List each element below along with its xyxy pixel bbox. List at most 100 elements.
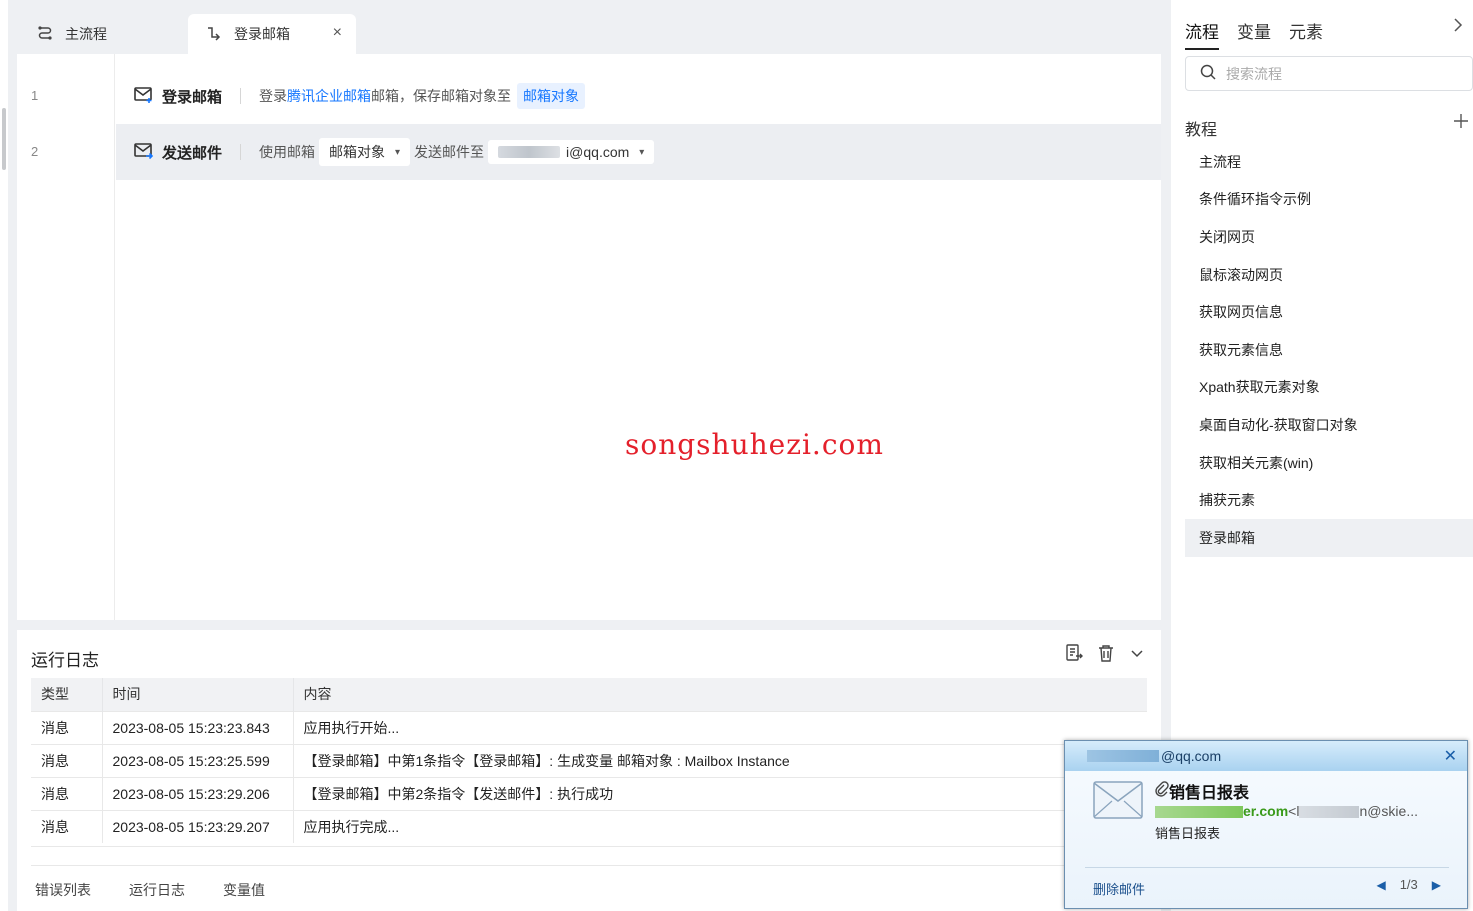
tab-elements[interactable]: 元素 (1289, 18, 1323, 50)
notification-account: @qq.com (1161, 748, 1222, 764)
log-time: 2023-08-05 15:23:29.206 (102, 776, 294, 810)
splitter-handle[interactable] (2, 108, 6, 170)
column-header: 内容 (293, 678, 1147, 711)
flow-item-selected[interactable]: 登录邮箱 (1185, 518, 1473, 557)
redacted-text (1087, 750, 1159, 762)
search-input[interactable] (1226, 65, 1426, 82)
collapse-chevron-icon[interactable] (1129, 645, 1145, 664)
envelope-icon (1093, 781, 1143, 822)
column-header: 类型 (31, 678, 103, 711)
table-row[interactable]: 消息 2023-08-05 15:23:25.599 【登录邮箱】中第1条指令【… (31, 743, 1147, 777)
notification-header: @qq.com ✕ (1065, 741, 1467, 771)
send-to-label: 发送邮件至 (414, 144, 485, 160)
notification-body: 销售日报表 (1155, 826, 1221, 841)
flow-item[interactable]: Xpath获取元素对象 (1185, 369, 1473, 407)
redacted-text (498, 146, 561, 158)
line-number: 2 (31, 144, 39, 159)
output-variable-chip[interactable]: 邮箱对象 (517, 83, 586, 109)
command-name: 登录邮箱 (162, 88, 223, 106)
notification-subject[interactable]: 销售日报表 (1155, 779, 1249, 803)
recipient-select[interactable]: i@qq.com ▾ (488, 140, 655, 164)
mailbox-select[interactable]: 邮箱对象 ▾ (319, 138, 411, 166)
divider (240, 144, 242, 160)
log-type: 消息 (31, 710, 103, 744)
log-type: 消息 (31, 776, 103, 810)
flow-editor: 1 2 登录邮箱 登录腾讯企业邮箱邮箱，保存邮箱对象至 邮箱对象 发送邮件 使用… (17, 54, 1161, 620)
next-triangle-icon[interactable]: ▶ (1432, 878, 1441, 892)
flow-list: 主流程 条件循环指令示例 关闭网页 鼠标滚动网页 获取网页信息 获取元素信息 X… (1185, 143, 1473, 557)
table-row[interactable]: 消息 2023-08-05 15:23:23.843 应用执行开始... (31, 710, 1147, 744)
flow-item[interactable]: 关闭网页 (1185, 218, 1473, 256)
log-time: 2023-08-05 15:23:29.207 (102, 809, 294, 843)
flow-item[interactable]: 获取元素信息 (1185, 331, 1473, 369)
flow-item[interactable]: 捕获元素 (1185, 481, 1473, 519)
pager-count: 1/3 (1399, 877, 1418, 892)
right-panel-tabs: 流程 变量 元素 (1185, 18, 1323, 50)
mail-provider-link[interactable]: 腾讯企业邮箱 (287, 88, 371, 104)
mail-login-icon (134, 86, 154, 107)
flow-item[interactable]: 获取网页信息 (1185, 293, 1473, 331)
redacted-text (1155, 806, 1243, 819)
tab-error-list[interactable]: 错误列表 (35, 880, 91, 900)
subflow-icon (206, 25, 234, 44)
table-row[interactable]: 消息 2023-08-05 15:23:29.207 应用执行完成... (31, 809, 1147, 843)
recipient-value: i@qq.com (566, 144, 630, 160)
line-gutter: 1 2 (17, 54, 115, 620)
search-icon (1200, 64, 1216, 83)
sender-email-start: <l (1288, 803, 1300, 819)
tab-bar: 主流程 登录邮箱 × (17, 8, 1161, 54)
tab-run-log[interactable]: 运行日志 (129, 880, 185, 900)
flow-item[interactable]: 主流程 (1185, 143, 1473, 181)
log-type: 消息 (31, 809, 103, 843)
use-mailbox-label: 使用邮箱 (259, 144, 316, 160)
tab-flows[interactable]: 流程 (1185, 18, 1219, 50)
add-flow-icon[interactable] (1453, 112, 1469, 135)
previous-triangle-icon[interactable]: ◀ (1376, 878, 1385, 892)
log-time: 2023-08-05 15:23:23.843 (102, 710, 294, 744)
trash-icon[interactable] (1097, 644, 1115, 665)
tab-login-mailbox[interactable]: 登录邮箱 × (188, 14, 356, 54)
tab-variables[interactable]: 变量 (1237, 18, 1271, 50)
redacted-text (1299, 806, 1360, 819)
watermark: songshuhezi.com (625, 428, 884, 461)
flow-item[interactable]: 获取相关元素(win) (1185, 444, 1473, 482)
divider (240, 88, 242, 104)
command-name: 发送邮件 (162, 144, 223, 162)
delete-mail-link[interactable]: 删除邮件 (1093, 879, 1145, 898)
log-content: 应用执行完成... (293, 809, 1147, 843)
log-table-header: 类型 时间 内容 (31, 678, 1147, 711)
tab-login-mailbox-label: 登录邮箱 (234, 26, 290, 42)
mail-send-icon (134, 142, 154, 163)
tab-close-icon[interactable]: × (333, 24, 342, 42)
tab-main-flow[interactable]: 主流程 (17, 14, 187, 54)
attachment-icon (1155, 780, 1169, 802)
chevron-right-icon[interactable] (1453, 18, 1463, 37)
tab-variable-values[interactable]: 变量值 (223, 880, 265, 900)
table-row[interactable]: 消息 2023-08-05 15:23:29.206 【登录邮箱】中第2条指令【… (31, 776, 1147, 810)
section-title: 教程 (1185, 122, 1218, 139)
log-toolbar (1065, 644, 1145, 665)
tab-main-flow-label: 主流程 (65, 26, 107, 42)
flow-search (1185, 56, 1473, 91)
command-row-send[interactable]: 发送邮件 使用邮箱 邮箱对象 ▾ 发送邮件至 i@qq.com ▾ (116, 124, 1161, 180)
command-row-login[interactable]: 登录邮箱 登录腾讯企业邮箱邮箱，保存邮箱对象至 邮箱对象 (116, 68, 1161, 124)
mailbox-select-value: 邮箱对象 (329, 144, 386, 160)
bottom-tabs: 错误列表 运行日志 变量值 (35, 880, 265, 900)
flow-item[interactable]: 鼠标滚动网页 (1185, 256, 1473, 294)
flow-item[interactable]: 桌面自动化-获取窗口对象 (1185, 406, 1473, 444)
log-table: 类型 时间 内容 消息 2023-08-05 15:23:23.843 应用执行… (31, 678, 1147, 843)
sender-email-end: n@skie... (1359, 803, 1419, 819)
flow-item[interactable]: 条件循环指令示例 (1185, 181, 1473, 219)
notification-sender: er.com<l n@skie... (1155, 803, 1455, 819)
log-table-spacer (31, 846, 1147, 866)
desc-prefix: 登录 (259, 88, 288, 104)
log-content: 【登录邮箱】中第2条指令【发送邮件】: 执行成功 (293, 776, 1147, 810)
close-icon[interactable]: ✕ (1444, 746, 1457, 766)
command-description: 登录腾讯企业邮箱邮箱，保存邮箱对象至 (259, 86, 511, 106)
log-title: 运行日志 (31, 651, 99, 670)
export-log-icon[interactable] (1065, 644, 1083, 665)
subject-text: 销售日报表 (1169, 785, 1250, 802)
chevron-down-icon: ▾ (395, 146, 401, 158)
run-log-panel: 运行日志 类型 时间 内容 消息 2023-08-05 15:23:23.843… (17, 630, 1161, 911)
column-header: 时间 (102, 678, 294, 711)
